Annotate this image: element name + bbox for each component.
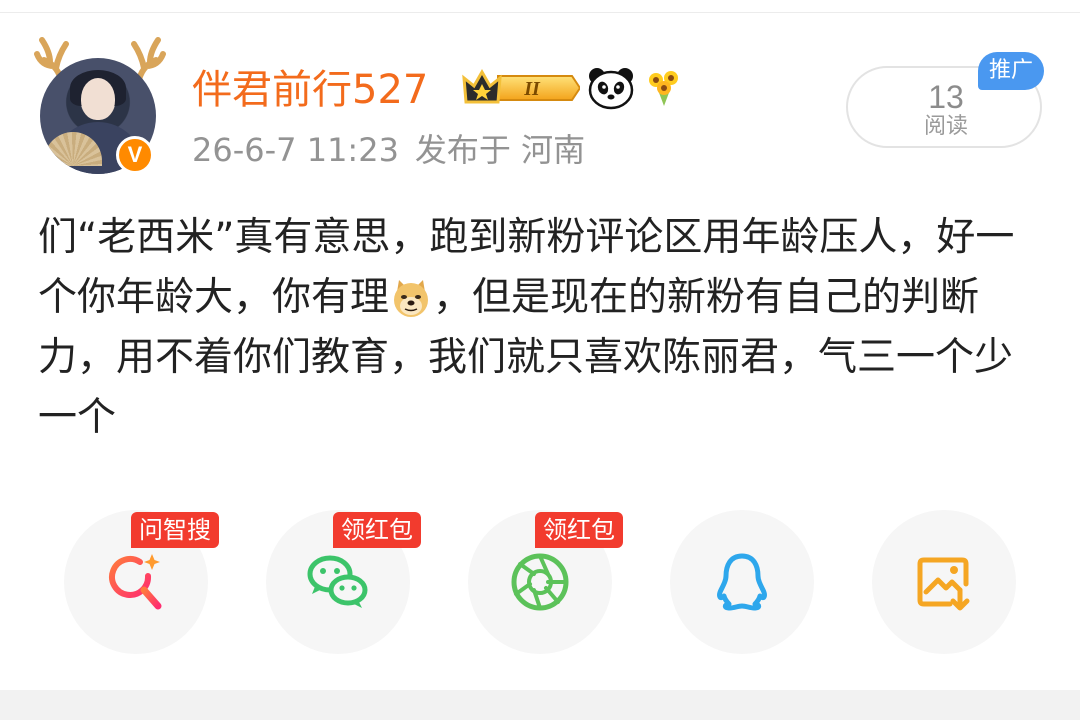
qq-icon — [717, 553, 767, 611]
avatar[interactable]: V — [30, 36, 170, 176]
wechat-icon — [307, 555, 368, 608]
sunflower-bouquet-icon — [649, 71, 678, 106]
ai-search-icon — [109, 554, 162, 610]
share-qq-button[interactable] — [670, 510, 814, 654]
top-divider — [0, 12, 1080, 13]
post-content: 们“老西米”真有意思，跑到新粉评论区用年龄压人，好一个你年龄大，你有理 ，但是现… — [38, 208, 1038, 448]
post-meta: 26-6-7 11:23 发布于 河南 — [192, 128, 601, 172]
promo-tag[interactable]: 推广 — [978, 52, 1044, 90]
share-save-image-button[interactable] — [872, 510, 1016, 654]
moments-icon — [511, 553, 569, 611]
username[interactable]: 伴君前行527 — [192, 64, 428, 116]
share-tag-ai-search: 问智搜 — [131, 512, 219, 548]
panda-icon — [588, 68, 634, 110]
share-tag-moments: 领红包 — [535, 512, 623, 548]
member-crown-badge-icon[interactable]: II — [462, 68, 580, 108]
level-text: II — [523, 78, 541, 100]
verified-badge: V — [116, 136, 154, 174]
post-location: 发布于 河南 — [414, 131, 586, 169]
share-tag-wechat: 领红包 — [333, 512, 421, 548]
bottom-divider-bar — [0, 690, 1080, 720]
doge-emoji-icon — [394, 280, 429, 317]
post-timestamp: 26-6-7 11:23 — [192, 131, 399, 169]
save-image-icon — [917, 557, 970, 611]
read-label: 阅读 — [923, 114, 968, 139]
